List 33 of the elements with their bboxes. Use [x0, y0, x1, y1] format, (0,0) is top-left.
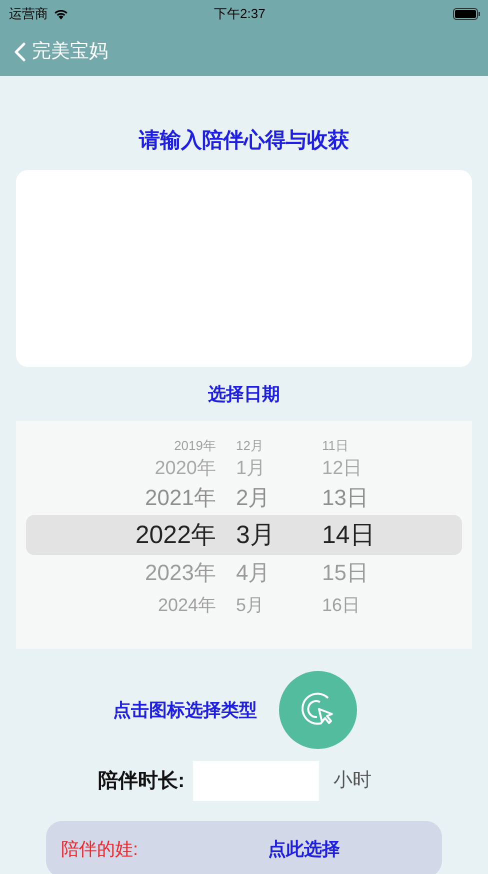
clock-label: 下午2:37 [214, 5, 266, 24]
day-option: 12日 [322, 458, 392, 478]
child-select-button[interactable]: 陪伴的娃: 点此选择 [46, 821, 442, 874]
year-option: 2024年 [106, 596, 216, 614]
prompt-title: 请输入陪伴心得与收获 [139, 128, 349, 154]
back-icon [14, 42, 26, 62]
year-option: 2023年 [106, 562, 216, 584]
year-option: 2022年 [106, 522, 216, 548]
date-picker[interactable]: 2019年 12月 11日 2020年 1月 12日 2021年 2月 13日 2022年 3月 14日 2023年 4月 15日 2024年 5月 16日 [16, 421, 472, 649]
month-option: 12月 [236, 438, 296, 452]
year-option: 2019年 [106, 438, 216, 452]
battery-icon [453, 8, 480, 20]
child-label: 陪伴的娃: [61, 838, 138, 860]
month-option: 5月 [236, 596, 296, 614]
picker-selection[interactable]: 2022年 3月 14日 [26, 515, 462, 555]
month-option: 1月 [236, 458, 296, 478]
day-option: 16日 [322, 596, 392, 614]
choose-link[interactable]: 点此选择 [268, 836, 340, 862]
hours-unit: 小时 [334, 768, 372, 793]
day-option: 11日 [322, 438, 392, 452]
year-option: 2021年 [106, 487, 216, 509]
wifi-icon [53, 8, 69, 20]
date-label: 选择日期 [208, 383, 280, 406]
duration-label: 陪伴时长: [98, 769, 185, 794]
month-option: 3月 [236, 522, 296, 548]
day-option: 14日 [322, 522, 392, 548]
carrier-label: 运营商 [9, 5, 48, 24]
month-option: 4月 [236, 562, 296, 584]
day-option: 15日 [322, 562, 392, 584]
day-option: 13日 [322, 487, 392, 509]
type-hint: 点击图标选择类型 [113, 698, 257, 722]
month-option: 2月 [236, 487, 296, 509]
year-option: 2020年 [106, 458, 216, 478]
